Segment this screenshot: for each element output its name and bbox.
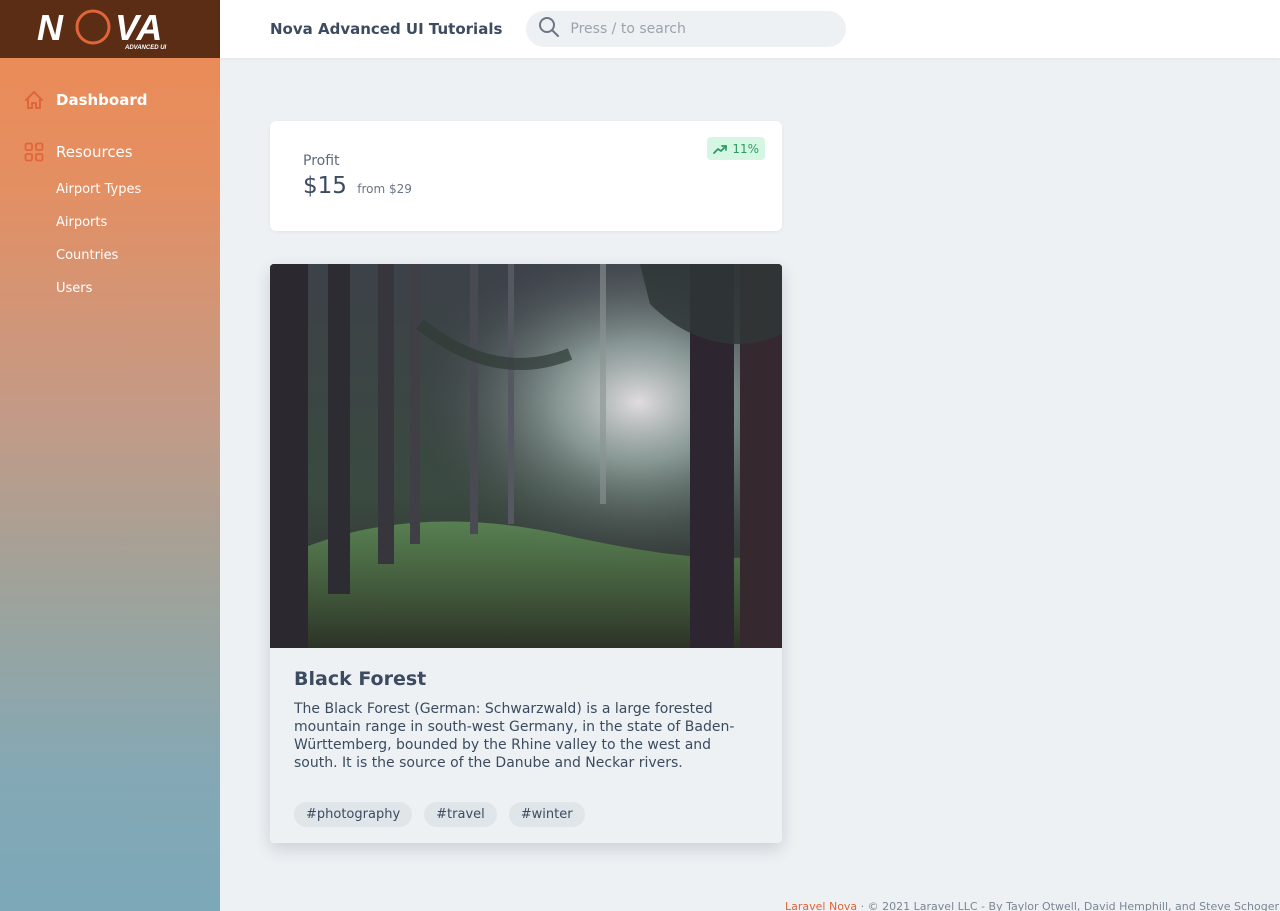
footer: Laravel Nova · © 2021 Laravel LLC - By T… — [785, 900, 1279, 911]
search-icon — [538, 16, 560, 42]
sidebar-item-resources[interactable]: Resources — [0, 138, 220, 166]
svg-text:ADVANCED UI: ADVANCED UI — [124, 45, 167, 51]
sidebar-item-countries[interactable]: Countries — [56, 246, 220, 279]
card-body: Black Forest The Black Forest (German: S… — [270, 648, 782, 772]
footer-nova-link[interactable]: Laravel Nova — [785, 900, 857, 911]
sidebar-item-label: Resources — [56, 143, 133, 161]
metric-title: Profit — [303, 153, 340, 169]
metric-value-row: $15 from $29 — [303, 173, 412, 199]
top-header: Nova Advanced UI Tutorials — [220, 0, 1280, 58]
forest-image — [270, 264, 782, 648]
search-input[interactable] — [570, 21, 831, 37]
svg-text:VA: VA — [115, 7, 162, 48]
resources-list: Airport Types Airports Countries Users — [0, 180, 220, 312]
footer-separator: · — [860, 900, 865, 911]
footer-copyright: © 2021 Laravel LLC - By Taylor Otwell, D… — [867, 900, 1280, 911]
sidebar-item-users[interactable]: Users — [56, 279, 220, 312]
tag-winter[interactable]: #winter — [508, 802, 585, 827]
card-description: The Black Forest (German: Schwarzwald) i… — [294, 701, 735, 771]
svg-text:N: N — [37, 7, 64, 48]
metric-value: $15 — [303, 173, 347, 199]
sidebar-nav: Dashboard Resources Airport Types Airpor… — [0, 58, 220, 312]
trending-up-icon — [713, 144, 728, 154]
search-box[interactable] — [526, 11, 847, 47]
tag-list: #photography #travel #winter — [294, 802, 597, 827]
sidebar-item-airports[interactable]: Airports — [56, 213, 220, 246]
trend-percentage: 11% — [732, 141, 759, 156]
tag-photography[interactable]: #photography — [294, 802, 413, 827]
sidebar: N VA ADVANCED UI Dashboard Resources Air… — [0, 0, 220, 911]
logo[interactable]: N VA ADVANCED UI — [0, 0, 220, 58]
trend-badge: 11% — [707, 137, 765, 160]
sidebar-item-dashboard[interactable]: Dashboard — [0, 86, 220, 114]
grid-icon — [24, 142, 44, 162]
black-forest-card: Black Forest The Black Forest (German: S… — [270, 264, 782, 843]
card-title: Black Forest — [294, 668, 427, 690]
profit-metric-card: Profit $15 from $29 11% — [270, 121, 782, 231]
app-title[interactable]: Nova Advanced UI Tutorials — [270, 20, 502, 38]
metric-previous: from $29 — [357, 182, 412, 196]
tag-travel[interactable]: #travel — [424, 802, 497, 827]
sidebar-item-airport-types[interactable]: Airport Types — [56, 180, 220, 213]
home-icon — [24, 90, 44, 110]
sidebar-item-label: Dashboard — [56, 91, 148, 109]
nova-logo-icon: N VA ADVANCED UI — [37, 7, 167, 51]
